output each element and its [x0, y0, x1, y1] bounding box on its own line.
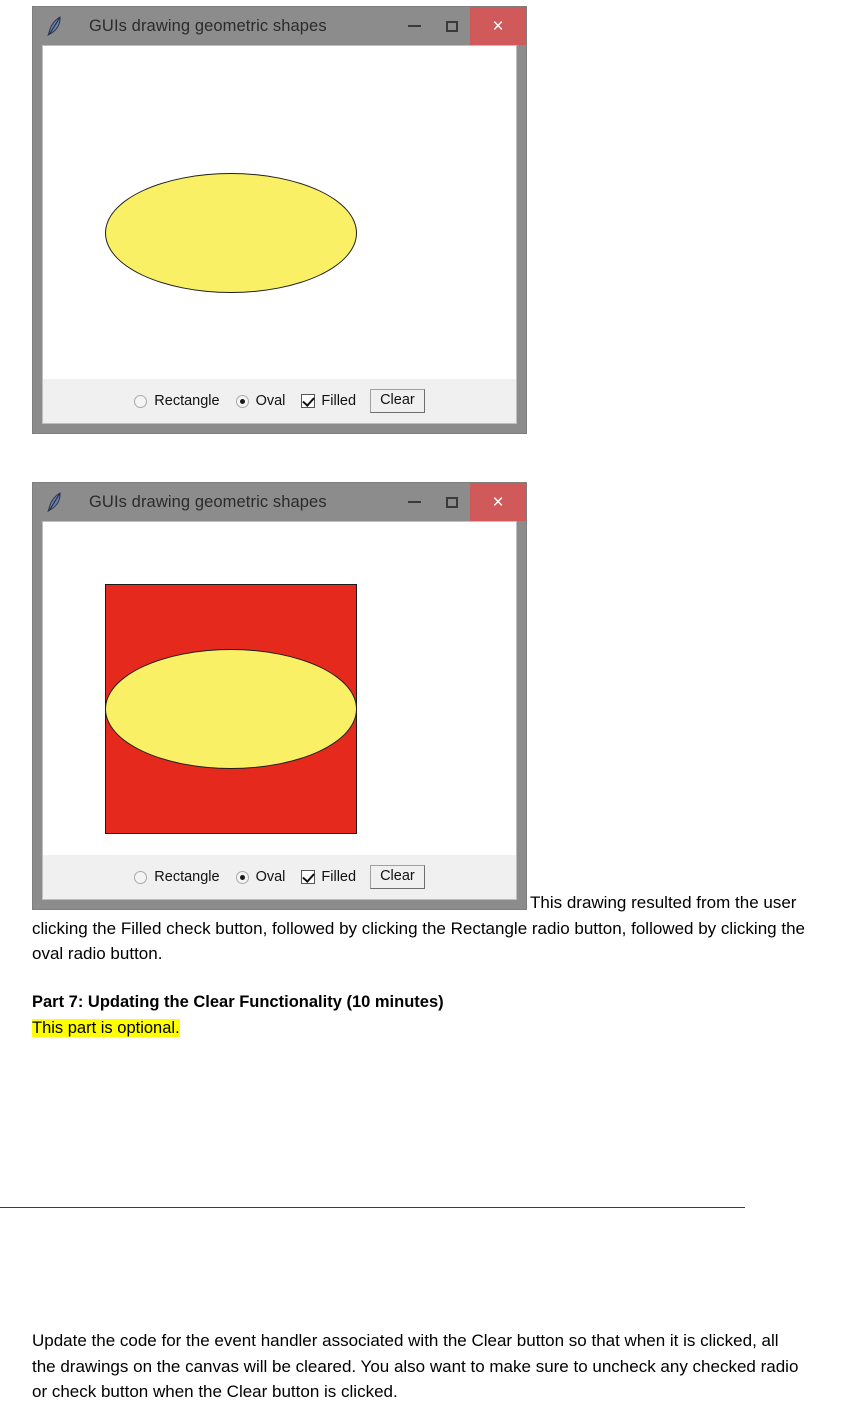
optional-note-container: This part is optional.	[32, 1016, 180, 1040]
checkbox-filled-label: Filled	[321, 393, 357, 409]
tk-window-1[interactable]: GUIs drawing geometric shapes × Rectangl…	[32, 6, 527, 434]
maximize-icon	[445, 20, 458, 32]
checkbox-filled-indicator	[301, 870, 316, 884]
optional-note: This part is optional.	[32, 1019, 180, 1037]
radio-oval-label: Oval	[255, 393, 286, 409]
window-title: GUIs drawing geometric shapes	[89, 16, 327, 35]
window-body-1: Rectangle Oval Filled Clear	[42, 45, 517, 424]
feather-icon	[45, 15, 65, 37]
minimize-button[interactable]	[396, 7, 433, 45]
radio-rectangle[interactable]: Rectangle	[134, 869, 220, 885]
close-icon: ×	[492, 491, 504, 513]
maximize-icon	[445, 496, 458, 508]
tk-window-2[interactable]: GUIs drawing geometric shapes × Rectangl…	[32, 482, 527, 910]
titlebar-1[interactable]: GUIs drawing geometric shapes ×	[33, 7, 526, 45]
bottom-paragraph: Update the code for the event handler as…	[32, 1331, 799, 1401]
image-wrap-spacer	[32, 890, 530, 910]
wrap-paragraph-container: This drawing resulted from the user clic…	[32, 890, 824, 967]
radio-oval-label: Oval	[255, 869, 286, 885]
radio-oval[interactable]: Oval	[235, 869, 286, 885]
part7-heading: Part 7: Updating the Clear Functionality…	[32, 993, 444, 1011]
checkbox-filled-label: Filled	[321, 869, 357, 885]
radio-rectangle-label: Rectangle	[154, 393, 220, 409]
radio-oval[interactable]: Oval	[235, 393, 286, 409]
checkbox-filled[interactable]: Filled	[301, 393, 356, 409]
feather-icon	[45, 491, 65, 513]
radio-oval-indicator	[235, 870, 249, 884]
page-divider	[0, 1207, 745, 1208]
clear-button[interactable]: Clear	[370, 388, 425, 414]
oval-shape	[105, 173, 357, 293]
caption-buttons-1: ×	[396, 7, 526, 45]
maximize-button[interactable]	[433, 483, 470, 521]
radio-rectangle-label: Rectangle	[154, 869, 220, 885]
window-title: GUIs drawing geometric shapes	[89, 492, 327, 511]
checkbox-filled[interactable]: Filled	[301, 869, 356, 885]
minimize-icon	[408, 501, 421, 503]
close-icon: ×	[492, 15, 504, 37]
minimize-icon	[408, 25, 421, 27]
radio-oval-indicator	[235, 394, 249, 408]
drawing-canvas-1[interactable]	[43, 46, 516, 378]
radio-rectangle-indicator	[134, 394, 148, 408]
controls-panel-1: Rectangle Oval Filled Clear	[43, 378, 516, 423]
drawing-canvas-2[interactable]	[43, 522, 516, 854]
window-body-2: Rectangle Oval Filled Clear	[42, 521, 517, 900]
checkbox-filled-indicator	[301, 394, 316, 408]
close-button[interactable]: ×	[470, 7, 526, 45]
minimize-button[interactable]	[396, 483, 433, 521]
maximize-button[interactable]	[433, 7, 470, 45]
oval-shape	[105, 649, 357, 769]
titlebar-2[interactable]: GUIs drawing geometric shapes ×	[33, 483, 526, 521]
radio-rectangle[interactable]: Rectangle	[134, 393, 220, 409]
radio-rectangle-indicator	[134, 870, 148, 884]
caption-buttons-2: ×	[396, 483, 526, 521]
clear-button[interactable]: Clear	[370, 864, 425, 890]
close-button[interactable]: ×	[470, 483, 526, 521]
